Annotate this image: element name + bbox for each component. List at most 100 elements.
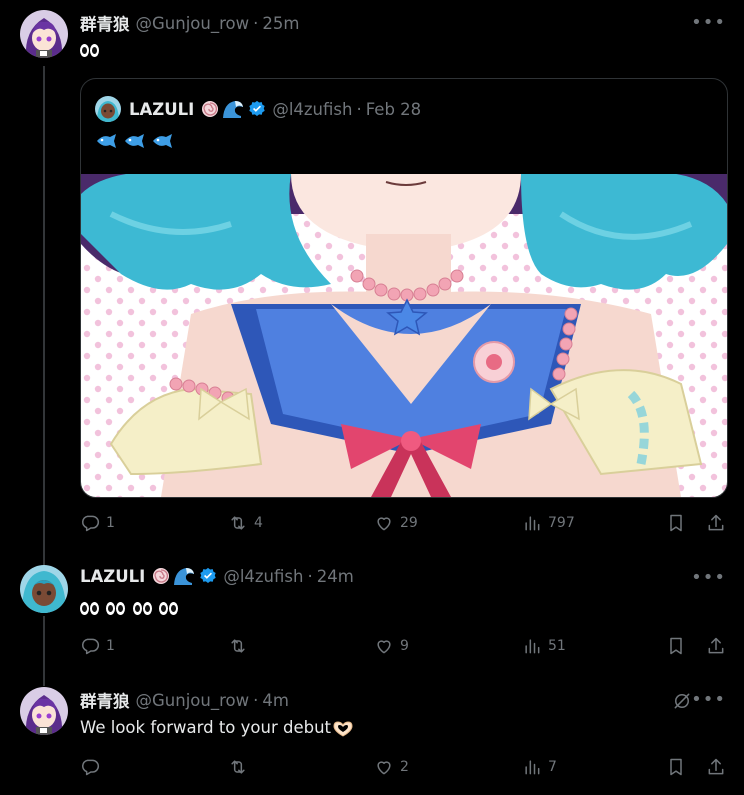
views-icon <box>525 760 540 775</box>
user-handle[interactable]: @l4zufish <box>223 567 303 586</box>
like-button[interactable]: 29 <box>374 513 418 533</box>
reply-count: 1 <box>106 515 115 531</box>
eyes-emoji <box>80 602 99 615</box>
retweet-count: 4 <box>254 515 263 531</box>
tweet-text <box>80 598 180 617</box>
quoted-tweet-header: LAZULI @l4zufish · Feb 28 <box>95 96 421 122</box>
view-count: 7 <box>548 759 557 775</box>
share-icon <box>708 514 724 531</box>
reply-count: 1 <box>106 638 115 654</box>
share-icon <box>708 637 724 654</box>
retweet-icon <box>231 639 245 653</box>
reply-button[interactable]: 1 <box>80 636 115 656</box>
separator-dot: · <box>307 566 313 586</box>
fish-emoji <box>124 134 144 148</box>
separator-dot: · <box>356 99 362 119</box>
share-icon <box>708 758 724 775</box>
avatar[interactable] <box>20 687 68 735</box>
bookmark-icon <box>670 637 682 655</box>
verified-badge-icon <box>249 100 266 117</box>
tweet-header: 群青狼 @Gunjou_row · 4m <box>80 688 289 712</box>
share-button[interactable] <box>706 513 726 533</box>
share-button[interactable] <box>706 636 726 656</box>
retweet-button[interactable]: 4 <box>228 513 263 533</box>
share-button[interactable] <box>706 757 726 777</box>
quoted-tweet-text <box>95 133 174 153</box>
tweet-actions: 2 7 <box>80 757 724 781</box>
like-count: 9 <box>400 638 409 654</box>
tweet[interactable]: 群青狼 @Gunjou_row · 25m ••• LAZULI @l4zufi… <box>0 0 744 550</box>
bookmark-icon <box>670 758 682 776</box>
wave-emoji <box>174 568 195 585</box>
views-button[interactable]: 7 <box>522 757 557 777</box>
tweet[interactable]: LAZULI @l4zufish · 24m ••• 1 9 51 <box>0 555 744 675</box>
tweet-text: We look forward to your debut <box>80 718 354 738</box>
retweet-button[interactable] <box>228 757 254 777</box>
like-button[interactable]: 2 <box>374 757 409 777</box>
more-icon[interactable]: ••• <box>691 567 726 588</box>
like-button[interactable]: 9 <box>374 636 409 656</box>
tweet-text-content: We look forward to your debut <box>80 718 332 737</box>
retweet-icon <box>231 760 245 774</box>
user-handle[interactable]: @Gunjou_row <box>136 14 250 33</box>
bookmark-button[interactable] <box>666 757 686 777</box>
timestamp[interactable]: 4m <box>262 691 289 710</box>
more-icon[interactable]: ••• <box>691 12 726 33</box>
display-name[interactable]: LAZULI <box>80 567 145 586</box>
spiral-shell-emoji <box>153 568 170 584</box>
timestamp[interactable]: 25m <box>262 14 299 33</box>
tweet-actions: 1 9 51 <box>80 636 724 660</box>
display-name[interactable]: 群青狼 <box>80 688 130 712</box>
eyes-emoji <box>132 602 152 615</box>
timestamp: Feb 28 <box>365 99 422 119</box>
verified-badge-icon <box>200 567 217 584</box>
quoted-tweet[interactable]: LAZULI @l4zufish · Feb 28 <box>80 78 728 498</box>
tweet[interactable]: 群青狼 @Gunjou_row · 4m ••• We look forward… <box>0 677 744 795</box>
avatar[interactable] <box>20 565 68 613</box>
spiral-shell-emoji <box>202 101 219 117</box>
display-name[interactable]: 群青狼 <box>80 11 130 35</box>
separator-dot: · <box>253 690 259 710</box>
bookmark-button[interactable] <box>666 636 686 656</box>
like-count: 29 <box>400 515 418 531</box>
views-icon <box>525 639 540 654</box>
views-button[interactable]: 51 <box>522 636 566 656</box>
user-handle[interactable]: @Gunjou_row <box>136 691 250 710</box>
views-button[interactable]: 797 <box>522 513 575 533</box>
avatar[interactable] <box>20 10 68 58</box>
more-icon[interactable]: ••• <box>691 689 726 710</box>
reply-button[interactable]: 1 <box>80 513 115 533</box>
heart-hands-emoji <box>333 720 353 737</box>
quoted-tweet-image[interactable] <box>81 174 727 497</box>
tweet-actions: 1 4 29 797 <box>80 513 724 537</box>
reply-icon <box>82 759 100 776</box>
tweet-text <box>80 40 101 59</box>
like-icon <box>377 761 391 775</box>
retweet-button[interactable] <box>228 636 254 656</box>
display-name: LAZULI <box>129 99 195 119</box>
tweet-header: LAZULI @l4zufish · 24m <box>80 566 354 586</box>
fish-emoji <box>97 134 116 148</box>
reply-button[interactable] <box>80 757 106 777</box>
eyes-emoji <box>158 602 178 615</box>
view-count: 797 <box>548 515 575 531</box>
timestamp[interactable]: 24m <box>317 567 354 586</box>
grok-icon[interactable] <box>672 691 692 711</box>
user-handle: @l4zufish <box>272 99 353 119</box>
like-icon <box>377 517 391 531</box>
view-count: 51 <box>548 638 566 654</box>
reply-icon <box>82 515 100 532</box>
eyes-emoji <box>106 602 126 615</box>
separator-dot: · <box>253 13 259 33</box>
avatar <box>95 96 121 122</box>
bookmark-icon <box>670 514 682 532</box>
bookmark-button[interactable] <box>666 513 686 533</box>
views-icon <box>525 516 540 531</box>
eyes-emoji <box>80 44 99 57</box>
like-count: 2 <box>400 759 409 775</box>
retweet-icon <box>231 516 245 530</box>
fish-emoji <box>152 134 172 148</box>
like-icon <box>377 640 391 654</box>
reply-icon <box>82 638 100 655</box>
tweet-header: 群青狼 @Gunjou_row · 25m <box>80 11 299 35</box>
